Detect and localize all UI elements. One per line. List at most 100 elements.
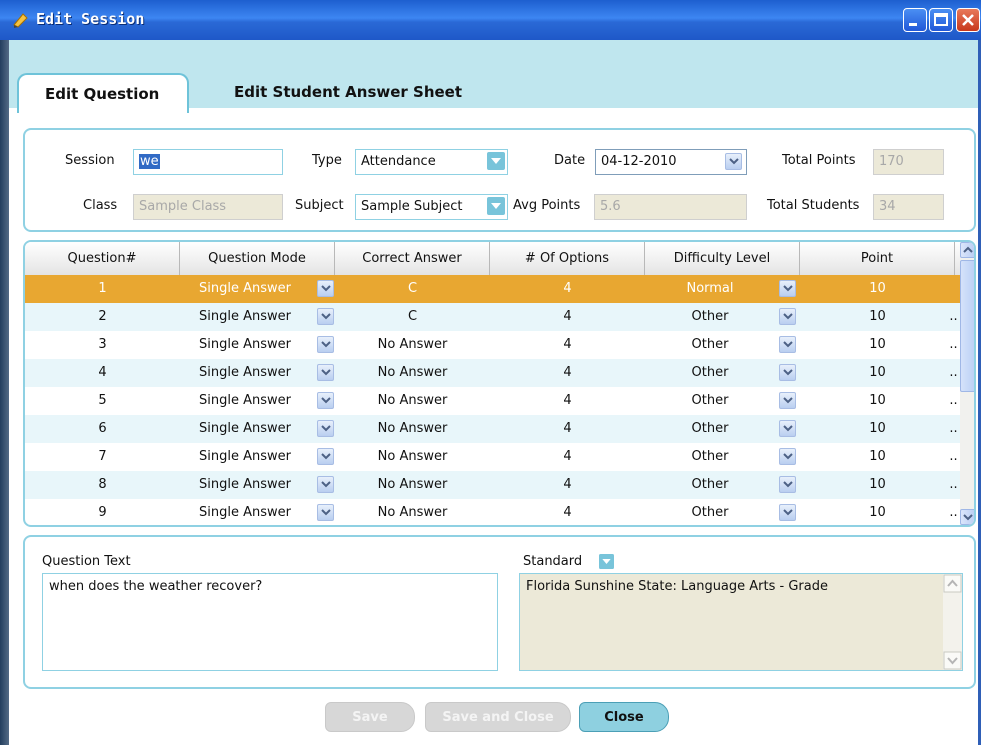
question-mode-dropdown-button[interactable] — [317, 308, 334, 325]
table-row[interactable]: 4 Single Answer No Answer 4 Other 10.. — [25, 359, 960, 387]
chevron-up-icon — [963, 246, 973, 253]
point-cell[interactable]: 10 — [800, 415, 955, 443]
question-mode-cell[interactable]: Single Answer — [180, 443, 310, 471]
table-row[interactable]: 3 Single Answer No Answer 4 Other 10.. — [25, 331, 960, 359]
scroll-thumb[interactable] — [960, 260, 974, 392]
difficulty-dropdown-button[interactable] — [779, 364, 796, 381]
correct-answer-cell[interactable]: C — [335, 303, 490, 331]
standard-scrollbar[interactable] — [943, 574, 962, 670]
table-row[interactable]: 6 Single Answer No Answer 4 Other 10.. — [25, 415, 960, 443]
point-cell[interactable]: 10 — [800, 471, 955, 499]
point-cell[interactable]: 10 — [800, 331, 955, 359]
correct-answer-cell[interactable]: No Answer — [335, 359, 490, 387]
column-header-options[interactable]: # Of Options — [490, 242, 645, 275]
column-header-point[interactable]: Point — [800, 242, 955, 275]
question-mode-cell[interactable]: Single Answer — [180, 303, 310, 331]
standard-dropdown-icon[interactable] — [599, 554, 614, 569]
question-mode-cell[interactable]: Single Answer — [180, 471, 310, 499]
difficulty-cell[interactable]: Other — [645, 471, 775, 499]
date-dropdown-button[interactable] — [725, 153, 742, 170]
difficulty-dropdown-button[interactable] — [779, 336, 796, 353]
question-mode-cell[interactable]: Single Answer — [180, 415, 310, 443]
column-header-correct-answer[interactable]: Correct Answer — [335, 242, 490, 275]
question-mode-dropdown-button[interactable] — [317, 420, 334, 437]
question-number-cell: 8 — [98, 477, 107, 492]
point-cell[interactable]: 10 — [800, 303, 955, 331]
session-field[interactable]: we — [133, 149, 283, 175]
table-row[interactable]: 1 Single Answer C 4 Normal 10 — [25, 275, 960, 303]
scroll-up-button[interactable] — [960, 242, 974, 258]
total-points-value: 170 — [879, 154, 904, 169]
difficulty-dropdown-button[interactable] — [779, 476, 796, 493]
correct-answer-cell[interactable]: No Answer — [335, 499, 490, 525]
question-mode-dropdown-button[interactable] — [317, 364, 334, 381]
correct-answer-cell[interactable]: No Answer — [335, 443, 490, 471]
difficulty-cell[interactable]: Normal — [645, 275, 775, 303]
difficulty-dropdown-button[interactable] — [779, 420, 796, 437]
correct-answer-cell[interactable]: No Answer — [335, 331, 490, 359]
column-header-question-number[interactable]: Question# — [25, 242, 180, 275]
session-label: Session — [65, 153, 115, 168]
question-mode-dropdown-button[interactable] — [317, 336, 334, 353]
tab-edit-student-answer-sheet[interactable]: Edit Student Answer Sheet — [234, 83, 462, 101]
question-mode-dropdown-button[interactable] — [317, 392, 334, 409]
title-bar[interactable]: Edit Session — [0, 0, 981, 40]
point-cell[interactable]: 10 — [800, 499, 955, 525]
column-header-difficulty[interactable]: Difficulty Level — [645, 242, 800, 275]
table-row[interactable]: 2 Single Answer C 4 Other 10.. — [25, 303, 960, 331]
type-dropdown-icon[interactable] — [487, 152, 505, 170]
difficulty-dropdown-button[interactable] — [779, 448, 796, 465]
difficulty-dropdown-button[interactable] — [779, 392, 796, 409]
question-number-cell: 3 — [98, 337, 107, 352]
overflow-indicator: .. — [949, 421, 958, 436]
question-mode-dropdown-button[interactable] — [317, 448, 334, 465]
question-mode-dropdown-button[interactable] — [317, 476, 334, 493]
correct-answer-cell[interactable]: C — [335, 275, 490, 303]
tab-edit-question[interactable]: Edit Question — [17, 73, 189, 113]
difficulty-dropdown-button[interactable] — [779, 280, 796, 297]
correct-answer-cell[interactable]: No Answer — [335, 415, 490, 443]
subject-select[interactable]: Sample Subject — [355, 194, 508, 220]
close-window-button[interactable] — [956, 8, 980, 32]
difficulty-cell[interactable]: Other — [645, 387, 775, 415]
table-row[interactable]: 8 Single Answer No Answer 4 Other 10.. — [25, 471, 960, 499]
table-header: Question# Question Mode Correct Answer #… — [25, 242, 960, 276]
correct-answer-cell[interactable]: No Answer — [335, 387, 490, 415]
difficulty-cell[interactable]: Other — [645, 499, 775, 525]
chevron-down-icon — [783, 481, 793, 488]
subject-dropdown-icon[interactable] — [487, 197, 505, 215]
save-button[interactable]: Save — [325, 702, 415, 732]
type-select[interactable]: Attendance — [355, 149, 508, 175]
question-mode-cell[interactable]: Single Answer — [180, 275, 310, 303]
question-mode-dropdown-button[interactable] — [317, 504, 334, 521]
question-mode-cell[interactable]: Single Answer — [180, 387, 310, 415]
difficulty-cell[interactable]: Other — [645, 303, 775, 331]
question-text-input[interactable]: when does the weather recover? — [42, 573, 498, 671]
question-mode-cell[interactable]: Single Answer — [180, 359, 310, 387]
table-row[interactable]: 7 Single Answer No Answer 4 Other 10.. — [25, 443, 960, 471]
minimize-button[interactable] — [903, 8, 927, 32]
column-header-question-mode[interactable]: Question Mode — [180, 242, 335, 275]
difficulty-cell[interactable]: Other — [645, 331, 775, 359]
difficulty-cell[interactable]: Other — [645, 359, 775, 387]
close-button[interactable]: Close — [579, 702, 669, 732]
question-mode-cell[interactable]: Single Answer — [180, 499, 310, 525]
point-cell[interactable]: 10 — [800, 443, 955, 471]
save-and-close-button[interactable]: Save and Close — [425, 702, 571, 732]
question-mode-cell[interactable]: Single Answer — [180, 331, 310, 359]
scroll-down-button[interactable] — [960, 509, 974, 525]
minimize-icon — [909, 23, 917, 26]
maximize-button[interactable] — [929, 8, 953, 32]
point-cell[interactable]: 10 — [800, 275, 955, 303]
difficulty-cell[interactable]: Other — [645, 443, 775, 471]
question-mode-dropdown-button[interactable] — [317, 280, 334, 297]
point-cell[interactable]: 10 — [800, 387, 955, 415]
table-row[interactable]: 5 Single Answer No Answer 4 Other 10.. — [25, 387, 960, 415]
table-row[interactable]: 9 Single Answer No Answer 4 Other 10.. — [25, 499, 960, 525]
difficulty-cell[interactable]: Other — [645, 415, 775, 443]
difficulty-dropdown-button[interactable] — [779, 308, 796, 325]
point-cell[interactable]: 10 — [800, 359, 955, 387]
correct-answer-cell[interactable]: No Answer — [335, 471, 490, 499]
table-scrollbar[interactable] — [960, 242, 974, 525]
difficulty-dropdown-button[interactable] — [779, 504, 796, 521]
